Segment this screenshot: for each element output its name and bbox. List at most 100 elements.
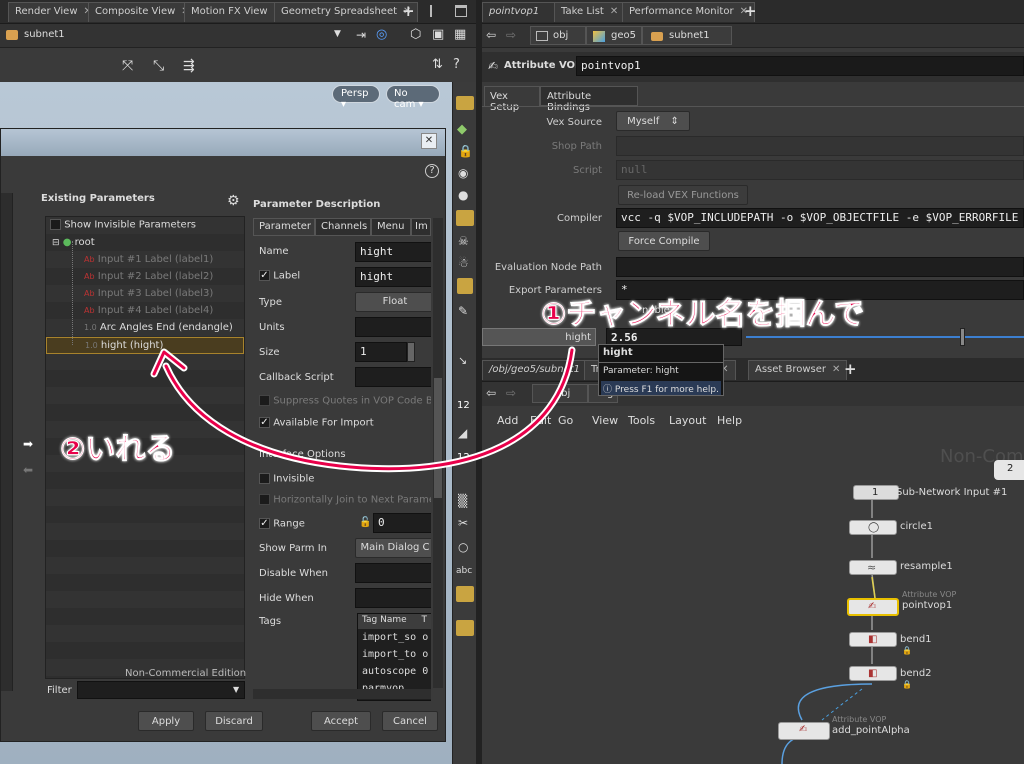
tab-take-list[interactable]: Take List ✕ <box>554 2 626 22</box>
tag-row[interactable]: import_to o <box>362 649 428 660</box>
tree-item[interactable]: Ab Input #3 Label (label3) <box>46 286 244 303</box>
help-icon[interactable]: ? <box>453 57 460 72</box>
path-label[interactable]: subnet1 <box>24 29 65 40</box>
pin-tool-icon[interactable] <box>456 620 474 636</box>
range-checkbox[interactable]: ✓ <box>259 518 270 529</box>
tree-item[interactable]: Ab Input #1 Label (label1) <box>46 252 244 269</box>
disable-when-field[interactable] <box>355 563 431 583</box>
text-icon[interactable]: abc <box>456 566 472 576</box>
chevron-down-icon[interactable]: ▼ <box>233 685 239 694</box>
close-icon[interactable]: ✕ <box>610 6 618 17</box>
menu-edit[interactable]: Edit <box>530 414 551 427</box>
sphere-icon[interactable]: ● <box>458 188 468 202</box>
show-parm-select[interactable]: Main Dialog C <box>355 538 431 558</box>
invisible-checkbox[interactable] <box>259 473 270 484</box>
camera-icon[interactable] <box>457 278 473 294</box>
tab-parameter[interactable]: Parameter <box>253 218 315 236</box>
lock-icon[interactable]: 🔓 <box>359 517 371 528</box>
label-field[interactable]: hight <box>355 267 431 287</box>
tag-row[interactable]: import_so o <box>362 632 428 643</box>
accept-button[interactable]: Accept <box>311 711 371 731</box>
measure-icon[interactable]: ↘ <box>458 354 467 367</box>
pin-icon[interactable]: ⇥ <box>356 28 366 42</box>
apply-button[interactable]: Apply <box>138 711 194 731</box>
node-bend2[interactable]: ◧ <box>849 666 897 681</box>
type-select[interactable]: Float <box>355 292 431 312</box>
menu-tools[interactable]: Tools <box>628 414 655 427</box>
available-checkbox[interactable]: ✓ <box>259 417 270 428</box>
display-options-icon[interactable]: ⇅ <box>432 57 443 72</box>
parameter-types-list[interactable] <box>1 193 13 691</box>
tab-composite-view[interactable]: Composite View✕ <box>88 2 197 22</box>
units-field[interactable] <box>355 317 431 337</box>
callback-field[interactable] <box>355 367 431 387</box>
number-icon[interactable]: 12 <box>457 452 470 463</box>
range-min-field[interactable]: 0 <box>373 513 431 533</box>
image-tool-icon[interactable] <box>456 586 474 602</box>
scissor-icon[interactable]: ✂ <box>458 516 468 530</box>
compiler-field[interactable]: vcc -q $VOP_INCLUDEPATH -o $VOP_OBJECTFI… <box>616 208 1024 228</box>
tag-row[interactable]: autoscope 0 <box>362 666 428 677</box>
tab-performance-monitor[interactable]: Performance Monitor ✕ <box>622 2 755 22</box>
node-circle1[interactable]: ◯ <box>849 520 897 535</box>
lock-icon[interactable]: 🔒 <box>458 144 473 158</box>
pane-split-icon[interactable] <box>430 5 440 17</box>
node-subnet-input-1[interactable]: 1 <box>853 485 899 500</box>
pencil-icon[interactable]: ✎ <box>458 304 468 318</box>
add-tab-icon[interactable]: + <box>844 360 857 378</box>
add-tab-icon[interactable]: + <box>744 2 757 20</box>
camera-menu[interactable]: No cam ▾ <box>386 85 440 110</box>
net-path-obj[interactable]: obj <box>532 384 588 403</box>
tree-item-selected[interactable]: 1.0 hight (hight) <box>46 337 244 354</box>
node-pointvop1-selected[interactable]: ✍ <box>847 598 899 616</box>
reload-vex-button[interactable]: Re-load VEX Functions <box>618 185 748 205</box>
path-obj[interactable]: obj <box>530 26 586 45</box>
ghost-icon[interactable]: ☃ <box>458 256 469 270</box>
vertical-scrollbar[interactable] <box>433 218 443 688</box>
menu-layout[interactable]: Layout <box>669 414 706 427</box>
skull-icon[interactable]: ☠ <box>458 234 469 248</box>
circle-icon[interactable]: ○ <box>458 540 468 554</box>
tree-item[interactable]: Ab Input #2 Label (label2) <box>46 269 244 286</box>
tree-item[interactable]: 1.0 Arc Angles End (endangle) <box>46 320 244 337</box>
close-icon[interactable]: ✕ <box>832 364 840 375</box>
collapse-icon[interactable]: ⊟ <box>52 238 60 248</box>
move-tool-icon[interactable]: ⤡ <box>153 58 164 74</box>
back-arrow-icon[interactable]: ⇦ <box>486 386 496 400</box>
tab-asset-browser[interactable]: Asset Browser ✕ <box>748 360 848 380</box>
tree-root[interactable]: ⊟ ● root <box>46 235 244 252</box>
tab-menu[interactable]: Menu <box>371 218 411 236</box>
name-field[interactable]: hight <box>355 242 431 262</box>
hight-slider-handle[interactable] <box>960 328 965 346</box>
arrow-right-icon[interactable]: ➡ <box>23 437 33 451</box>
network-editor[interactable]: Non-Comme 2 1 Sub-Network Input #1 ◯ cir… <box>482 434 1024 764</box>
node-resample1[interactable]: ≈ <box>849 560 897 575</box>
cube-icon[interactable]: ⬡ <box>410 27 421 42</box>
horizontal-scrollbar[interactable] <box>253 689 431 699</box>
menu-help[interactable]: Help <box>717 414 742 427</box>
menu-go[interactable]: Go <box>558 414 573 427</box>
menu-view[interactable]: View <box>592 414 618 427</box>
show-invisible-row[interactable]: Show Invisible Parameters <box>46 217 244 234</box>
scrollbar-thumb[interactable] <box>434 378 442 498</box>
back-arrow-icon[interactable]: ⇦ <box>486 28 496 42</box>
light-icon[interactable] <box>456 210 474 226</box>
tree-item[interactable]: Ab Input #4 Label (label4) <box>46 303 244 320</box>
node-add-pointalpha[interactable]: ✍ <box>778 722 830 740</box>
cancel-button[interactable]: Cancel <box>382 711 438 731</box>
tab-import[interactable]: Im <box>411 218 431 236</box>
image-icon[interactable]: ▦ <box>454 27 466 42</box>
close-icon[interactable]: ✕ <box>421 133 437 149</box>
display-icon[interactable]: ▣ <box>432 27 444 42</box>
gear-icon[interactable]: ⚙ <box>227 193 240 209</box>
filter-input[interactable] <box>77 681 245 699</box>
discard-button[interactable]: Discard <box>205 711 263 731</box>
grid-icon[interactable]: ▒ <box>458 494 467 508</box>
tab-channels[interactable]: Channels <box>315 218 371 236</box>
tab-render-view[interactable]: Render View✕ <box>8 2 99 22</box>
maximize-icon[interactable] <box>455 5 467 17</box>
help-icon[interactable]: ? <box>425 164 439 178</box>
link-icon[interactable]: ◎ <box>376 27 387 42</box>
size-slider-handle[interactable] <box>407 342 415 362</box>
force-compile-button[interactable]: Force Compile <box>618 231 710 251</box>
